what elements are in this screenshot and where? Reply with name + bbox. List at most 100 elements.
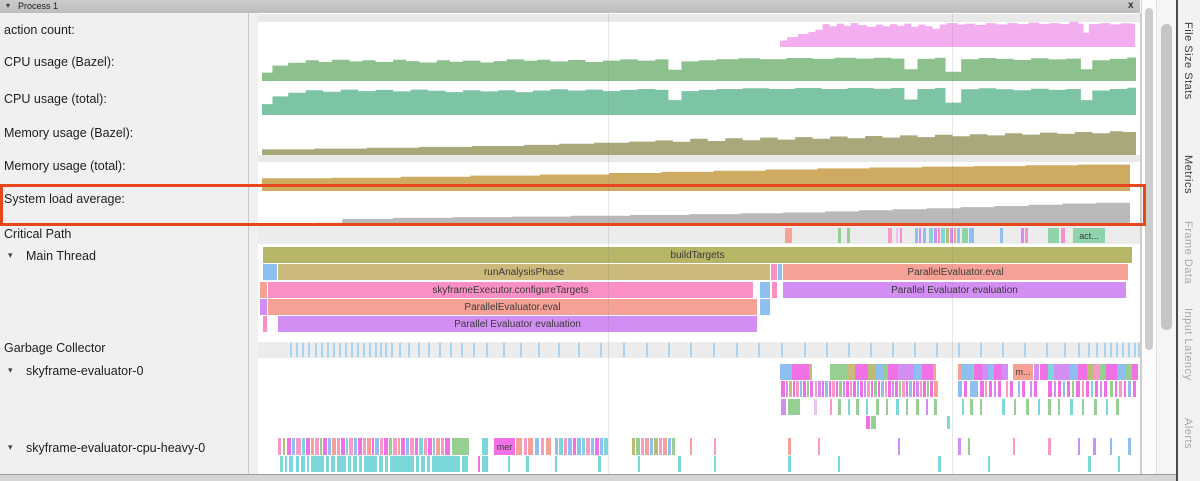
trace-slice[interactable]: [871, 381, 873, 397]
trace-slice[interactable]: [867, 381, 870, 397]
trace-slice[interactable]: [970, 381, 978, 397]
trace-slice[interactable]: ParallelEvaluator.eval: [268, 299, 757, 315]
trace-slice[interactable]: [814, 399, 817, 415]
trace-slice[interactable]: buildTargets: [263, 247, 1132, 263]
trace-slice[interactable]: [994, 364, 1002, 380]
trace-slice[interactable]: [838, 456, 840, 472]
tab-frame-data[interactable]: Frame Data: [1182, 221, 1194, 284]
trace-slice[interactable]: [260, 299, 267, 315]
trace-slice[interactable]: [934, 228, 937, 243]
trace-slice[interactable]: [927, 381, 929, 397]
trace-slice[interactable]: [1054, 381, 1056, 397]
trace-slice[interactable]: [595, 438, 599, 455]
trace-slice[interactable]: [1124, 381, 1126, 397]
trace-slice[interactable]: [641, 438, 644, 455]
trace-slice[interactable]: [1132, 364, 1138, 380]
trace-slice[interactable]: [1038, 399, 1040, 415]
gc-tick[interactable]: [848, 343, 850, 357]
tab-alerts[interactable]: Alerts: [1182, 418, 1194, 449]
trace-slice[interactable]: [871, 416, 876, 429]
trace-slice[interactable]: [920, 381, 922, 397]
trace-slice[interactable]: [311, 438, 314, 455]
trace-slice[interactable]: [830, 399, 832, 415]
trace-slice[interactable]: [822, 381, 824, 397]
trace-slice[interactable]: [263, 316, 267, 332]
trace-slice[interactable]: [1048, 381, 1052, 397]
trace-slice[interactable]: [341, 438, 345, 455]
trace-slice[interactable]: [508, 456, 510, 472]
trace-slice[interactable]: [263, 264, 277, 280]
gc-tick[interactable]: [1024, 343, 1026, 357]
trace-slice[interactable]: [1048, 228, 1059, 243]
trace-slice[interactable]: [1116, 399, 1119, 415]
trace-slice[interactable]: [1002, 364, 1008, 380]
trace-slice[interactable]: [452, 438, 469, 455]
trace-slice[interactable]: [881, 381, 884, 397]
gc-tick[interactable]: [296, 343, 298, 357]
trace-slice[interactable]: [994, 381, 996, 397]
trace-slice[interactable]: [895, 381, 898, 397]
trace-slice[interactable]: [427, 456, 430, 472]
trace-slice[interactable]: [582, 438, 585, 455]
gc-tick[interactable]: [428, 343, 430, 357]
trace-slice[interactable]: [591, 438, 594, 455]
trace-slice[interactable]: [788, 456, 791, 472]
trace-slice[interactable]: [781, 381, 785, 397]
trace-slice[interactable]: [306, 438, 310, 455]
gc-tick[interactable]: [369, 343, 371, 357]
trace-slice[interactable]: [760, 282, 770, 298]
main-thread-row-4[interactable]: ParallelEvaluator.eval: [258, 299, 1140, 315]
cpu-total-chart[interactable]: [262, 84, 1136, 115]
trace-slice[interactable]: [954, 228, 956, 243]
gc-tick[interactable]: [1110, 343, 1112, 357]
trace-slice[interactable]: [1048, 438, 1051, 455]
trace-slice[interactable]: [1070, 399, 1073, 415]
gc-tick[interactable]: [461, 343, 463, 357]
trace-slice[interactable]: [462, 456, 468, 472]
trace-slice[interactable]: [839, 381, 842, 397]
trace-slice[interactable]: [938, 228, 940, 243]
trace-slice[interactable]: [296, 438, 301, 455]
trace-slice[interactable]: [363, 438, 366, 455]
trace-slice[interactable]: skyframeExecutor.configureTargets: [268, 282, 753, 298]
trace-slice[interactable]: [838, 399, 841, 415]
trace-slice[interactable]: ParallelEvaluator.eval: [783, 264, 1128, 280]
gc-tick[interactable]: [380, 343, 382, 357]
trace-slice[interactable]: [380, 438, 383, 455]
trace-slice[interactable]: [301, 456, 305, 472]
sky0-row-3[interactable]: [258, 399, 1140, 415]
trace-slice[interactable]: [526, 456, 529, 472]
trace-slice[interactable]: [535, 438, 539, 455]
trace-slice[interactable]: [1000, 228, 1003, 243]
gc-tick[interactable]: [781, 343, 783, 357]
trace-slice[interactable]: [1100, 381, 1102, 397]
trace-slice[interactable]: [349, 438, 353, 455]
trace-slice[interactable]: [792, 364, 809, 380]
trace-slice[interactable]: [432, 456, 460, 472]
critical-path-track[interactable]: act...: [258, 228, 1140, 243]
trace-slice[interactable]: [1013, 438, 1015, 455]
gc-tick[interactable]: [308, 343, 310, 357]
trace-slice[interactable]: [353, 456, 357, 472]
trace-slice[interactable]: [1034, 381, 1037, 397]
trace-slice[interactable]: [916, 381, 919, 397]
trace-slice[interactable]: [938, 456, 941, 472]
trace-slice[interactable]: [367, 438, 371, 455]
trace-slice[interactable]: [896, 228, 898, 243]
gc-tick[interactable]: [375, 343, 377, 357]
sky0-row-4[interactable]: [258, 416, 1140, 429]
tab-metrics[interactable]: Metrics: [1182, 155, 1194, 194]
trace-slice[interactable]: [836, 381, 838, 397]
close-button[interactable]: x: [1128, 0, 1134, 11]
trace-slice[interactable]: m...: [1013, 364, 1033, 380]
trace-slice[interactable]: [853, 381, 856, 397]
trace-slice[interactable]: [1040, 364, 1048, 380]
trace-slice[interactable]: [1048, 399, 1051, 415]
gc-tick[interactable]: [327, 343, 329, 357]
trace-slice[interactable]: [598, 456, 601, 472]
trace-slice[interactable]: [1093, 438, 1096, 455]
collapse-arrow-icon[interactable]: ▾: [8, 250, 13, 261]
trace-slice[interactable]: [1072, 381, 1074, 397]
trace-slice[interactable]: [568, 438, 572, 455]
gc-tick[interactable]: [418, 343, 420, 357]
